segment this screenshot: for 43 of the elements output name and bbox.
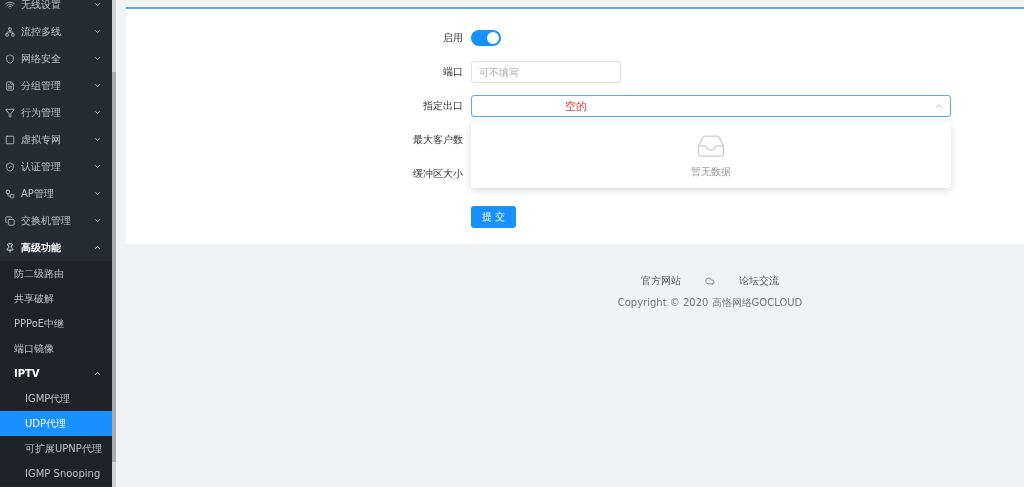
- menu-item-icon: [5, 161, 15, 172]
- sidebar-item[interactable]: 共享破解: [0, 286, 112, 311]
- chevron-down-icon: [93, 0, 102, 9]
- sidebar-item[interactable]: 端口镜像: [0, 336, 112, 361]
- menu-item-icon: [5, 188, 15, 199]
- chevron-down-icon: [93, 108, 102, 117]
- footer-link[interactable]: 论坛交流: [739, 274, 779, 288]
- menu-item-icon: [5, 53, 15, 64]
- chevron-down-icon: [93, 189, 102, 198]
- toggle-switch[interactable]: [471, 30, 501, 46]
- menu-item-icon: [5, 26, 15, 37]
- sidebar-item[interactable]: PPPoE中继: [0, 311, 112, 336]
- menu-item-icon: [5, 215, 15, 226]
- chevron-up-icon: [93, 369, 102, 378]
- chevron-down-icon: [93, 135, 102, 144]
- sidebar-item[interactable]: IGMP代理: [0, 386, 112, 411]
- menu-item-icon: [5, 80, 15, 91]
- field-label: 缓冲区大小: [412, 167, 464, 181]
- scrollbar[interactable]: [112, 0, 116, 487]
- chevron-down-icon: [93, 81, 102, 90]
- input-field[interactable]: 可不填写: [471, 61, 621, 83]
- chevron-down-icon: [93, 216, 102, 225]
- sidebar-item[interactable]: IGMP Snooping: [0, 461, 112, 486]
- cloud-icon: [705, 276, 715, 286]
- footer-link[interactable]: 官方网站: [641, 274, 681, 288]
- field-label: 端口: [442, 65, 464, 79]
- chevron-up-icon: [93, 243, 102, 252]
- chevron-down-icon: [93, 162, 102, 171]
- sidebar-item[interactable]: 防二级路由: [0, 261, 112, 286]
- sidebar-item[interactable]: IPTV: [0, 361, 112, 386]
- menu-item-icon: [5, 0, 15, 10]
- chevron-down-icon: [93, 54, 102, 63]
- chevron-down-icon: [93, 27, 102, 36]
- field-label: 启用: [442, 31, 464, 45]
- menu-item-icon: [5, 134, 15, 145]
- copyright-text: Copyright © 2020 高恪网络GOCLOUD: [617, 296, 803, 310]
- empty-text: 暂无数据: [691, 165, 731, 179]
- sidebar-item[interactable]: 可扩展UPNP代理: [0, 436, 112, 461]
- menu-item-icon: [5, 107, 15, 118]
- menu-item-icon: [5, 242, 15, 253]
- field-label: 指定出口: [422, 99, 464, 113]
- chevron-up-icon: [934, 101, 944, 111]
- field-label: 最大客户数: [412, 133, 464, 147]
